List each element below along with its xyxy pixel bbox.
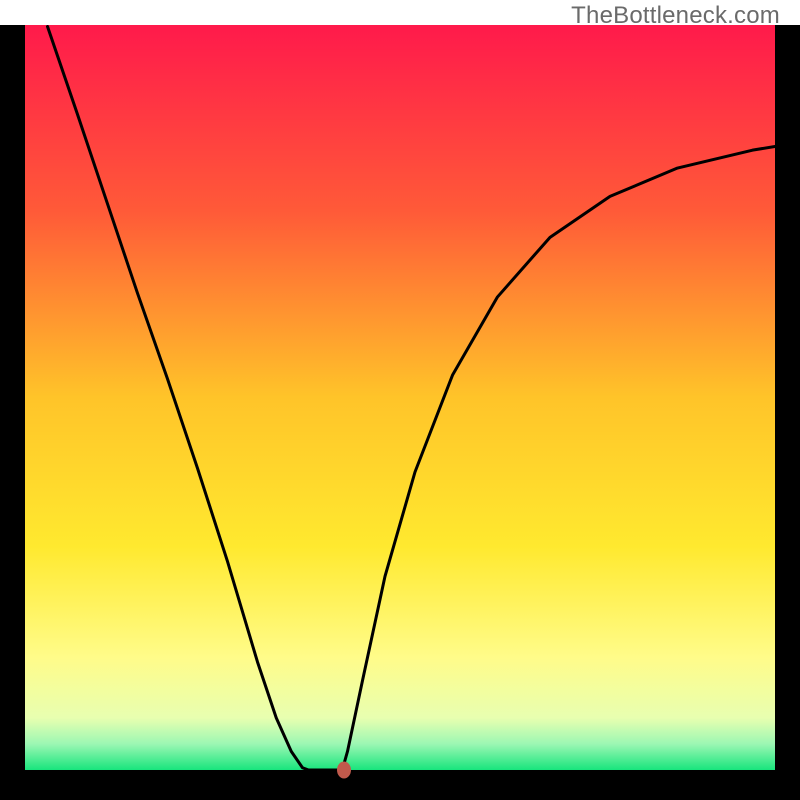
chart-svg: [25, 25, 775, 770]
curve-minimum-marker: [337, 762, 351, 779]
plot-area: [25, 25, 775, 770]
watermark-text: TheBottleneck.com: [571, 2, 780, 30]
chart-background: [25, 25, 775, 770]
chart-black-frame: [0, 25, 800, 800]
chart-container: TheBottleneck.com: [0, 0, 800, 800]
